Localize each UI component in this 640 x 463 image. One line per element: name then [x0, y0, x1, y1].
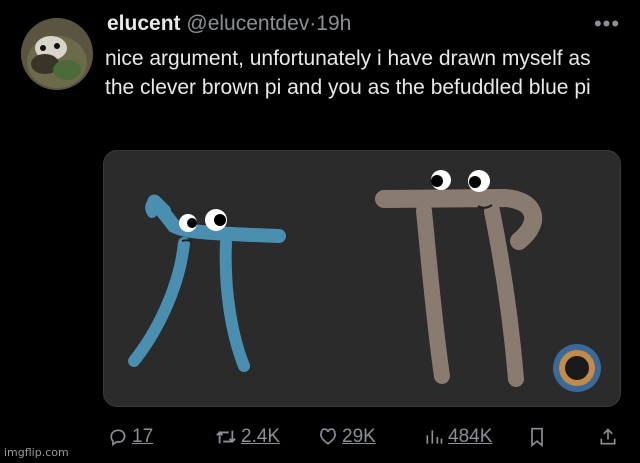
author-avatar[interactable]	[21, 18, 93, 90]
reply-icon	[110, 429, 126, 447]
tweet-text: nice argument, unfortunately i have draw…	[105, 47, 591, 99]
reply-button[interactable]: 17	[108, 420, 153, 454]
author-name[interactable]: elucent	[107, 12, 181, 35]
tweet-time[interactable]: 19h	[316, 12, 351, 35]
share-icon	[600, 428, 616, 445]
tweet-header: elucent @elucentdev·19h	[107, 12, 351, 36]
imgflip-watermark: imgflip.com	[4, 446, 69, 459]
bookmark-icon	[531, 427, 543, 447]
author-handle[interactable]: @elucentdev	[186, 12, 309, 35]
retweet-button[interactable]: 2.4K	[215, 420, 280, 454]
tweet-media[interactable]	[103, 150, 621, 407]
views-icon	[426, 430, 443, 444]
like-icon	[320, 428, 336, 445]
retweet-count: 2.4K	[241, 426, 281, 447]
retweet-icon	[216, 430, 236, 444]
like-count: 29K	[342, 426, 376, 447]
like-button[interactable]: 29K	[318, 420, 376, 454]
brown-pi-figure	[375, 170, 543, 387]
bookmark-button[interactable]	[528, 420, 546, 454]
share-button[interactable]	[598, 420, 618, 454]
views-button[interactable]: 484K	[424, 420, 492, 454]
avatar-image	[21, 18, 93, 90]
reply-count: 17	[132, 426, 154, 447]
tweet-actions-bar: 17 2.4K 29K 484K	[0, 420, 640, 454]
blue-pi-figure	[128, 194, 286, 372]
corner-avatar-badge	[553, 344, 601, 392]
pi-drawing	[128, 170, 601, 392]
views-count: 484K	[448, 426, 493, 447]
more-options-button[interactable]: •••	[592, 13, 622, 35]
